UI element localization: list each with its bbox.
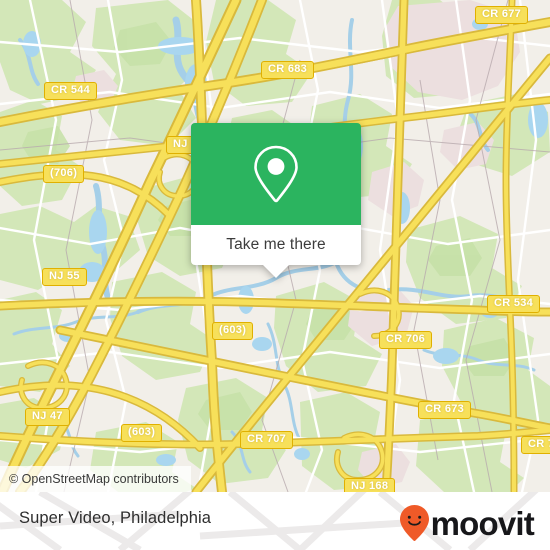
road-label-cr-707[interactable]: CR 707 xyxy=(240,431,294,449)
road-label-cr-677[interactable]: CR 677 xyxy=(475,6,529,24)
road-label-706[interactable]: (706) xyxy=(43,165,85,183)
moovit-map-screenshot: CR 677 CR 683 CR 544 NJ (706) NJ 55 CR 5… xyxy=(0,0,550,550)
road-label-nj-47[interactable]: NJ 47 xyxy=(25,408,70,426)
location-popup-card[interactable]: Take me there xyxy=(191,123,361,278)
map-canvas[interactable]: CR 677 CR 683 CR 544 NJ (706) NJ 55 CR 5… xyxy=(0,0,550,492)
road-label-cr-534[interactable]: CR 534 xyxy=(487,295,541,313)
osm-attribution-text: © OpenStreetMap contributors xyxy=(9,472,179,486)
road-label-603-low[interactable]: (603) xyxy=(121,424,163,442)
road-label-cr-544[interactable]: CR 544 xyxy=(44,82,98,100)
popup-action-area[interactable]: Take me there xyxy=(191,225,361,278)
moovit-logo[interactable]: moovit xyxy=(399,504,535,542)
road-label-nj-168[interactable]: NJ 168 xyxy=(344,478,396,492)
moovit-pin-icon xyxy=(399,505,429,541)
popup-icon-area xyxy=(191,123,361,225)
place-title: Super Video, Philadelphia xyxy=(19,509,212,527)
footer-bar: Super Video, Philadelphia moovit xyxy=(0,492,550,550)
map-pin-icon xyxy=(254,145,298,203)
popup-pointer xyxy=(263,265,289,278)
road-label-cr-683[interactable]: CR 683 xyxy=(261,61,315,79)
road-label-cr-7-clipped[interactable]: CR 7 xyxy=(521,436,550,454)
road-label-nj-55[interactable]: NJ 55 xyxy=(42,268,87,286)
road-label-603-mid[interactable]: (603) xyxy=(212,322,254,340)
road-label-cr-706[interactable]: CR 706 xyxy=(379,331,433,349)
moovit-wordmark: moovit xyxy=(430,504,535,542)
take-me-there-label: Take me there xyxy=(226,236,326,253)
osm-attribution[interactable]: © OpenStreetMap contributors xyxy=(0,466,191,492)
road-label-cr-673[interactable]: CR 673 xyxy=(418,401,472,419)
